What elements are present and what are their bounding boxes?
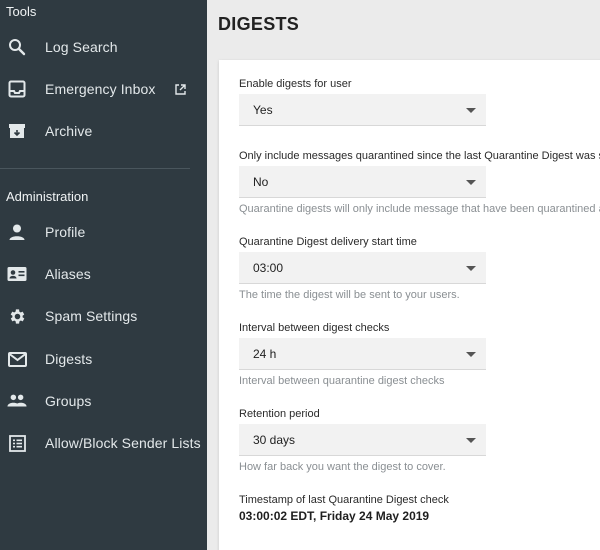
select-value: 03:00: [253, 261, 284, 275]
select-value: Yes: [253, 103, 273, 117]
only-since-last-digest-helper: Quarantine digests will only include mes…: [239, 203, 600, 215]
delivery-start-time-select[interactable]: 03:00: [239, 252, 486, 284]
sidebar-item-profile[interactable]: Profile: [0, 214, 207, 250]
search-icon: [7, 37, 27, 57]
gear-icon: [7, 306, 27, 326]
sidebar-item-aliases[interactable]: Aliases: [0, 256, 207, 292]
inbox-icon: [7, 79, 27, 99]
sidebar-item-digests[interactable]: Digests: [0, 341, 207, 377]
sidebar-item-spam-settings[interactable]: Spam Settings: [0, 298, 207, 334]
select-value: No: [253, 175, 269, 189]
enable-digests-label: Enable digests for user: [239, 78, 352, 90]
sidebar-item-label: Emergency Inbox: [45, 81, 156, 97]
sidebar-item-log-search[interactable]: Log Search: [0, 29, 207, 65]
sidebar-item-allow-block-sender-lists[interactable]: Allow/Block Sender Lists: [0, 425, 207, 461]
external-link-icon: [175, 83, 187, 95]
only-since-last-digest-label: Only include messages quarantined since …: [239, 150, 600, 162]
list-icon: [7, 433, 27, 453]
sidebar-item-groups[interactable]: Groups: [0, 383, 207, 419]
retention-period-helper: How far back you want the digest to cove…: [239, 461, 446, 473]
id-card-icon: [7, 264, 27, 284]
tools-heading: Tools: [6, 4, 37, 19]
only-since-last-digest-select[interactable]: No: [239, 166, 486, 198]
card-content: Enable digests for user Yes Only include…: [207, 0, 600, 550]
sidebar-item-label: Archive: [45, 123, 93, 139]
chevron-down-icon: [466, 180, 476, 185]
mail-icon: [7, 349, 27, 369]
select-value: 24 h: [253, 347, 277, 361]
chevron-down-icon: [466, 266, 476, 271]
select-value: 30 days: [253, 433, 296, 447]
sidebar-item-label: Groups: [45, 393, 92, 409]
sidebar-item-archive[interactable]: Archive: [0, 113, 207, 149]
interval-label: Interval between digest checks: [239, 322, 390, 334]
sidebar-item-label: Aliases: [45, 266, 91, 282]
sidebar-divider: [0, 168, 190, 169]
sidebar-item-label: Spam Settings: [45, 308, 138, 324]
enable-digests-select[interactable]: Yes: [239, 94, 486, 126]
chevron-down-icon: [466, 108, 476, 113]
interval-helper: Interval between quarantine digest check…: [239, 375, 445, 387]
chevron-down-icon: [466, 352, 476, 357]
delivery-start-time-label: Quarantine Digest delivery start time: [239, 236, 417, 248]
retention-period-label: Retention period: [239, 408, 320, 420]
sidebar-item-label: Allow/Block Sender Lists: [45, 435, 201, 451]
archive-icon: [7, 121, 27, 141]
sidebar-item-label: Log Search: [45, 39, 118, 55]
delivery-start-time-helper: The time the digest will be sent to your…: [239, 289, 460, 301]
timestamp-label: Timestamp of last Quarantine Digest chec…: [239, 494, 449, 506]
timestamp-value: 03:00:02 EDT, Friday 24 May 2019: [239, 509, 430, 523]
person-icon: [7, 222, 27, 242]
group-icon: [7, 391, 27, 411]
retention-period-select[interactable]: 30 days: [239, 424, 486, 456]
sidebar: Tools Log Search Emergency Inbox Archive…: [0, 0, 207, 550]
sidebar-item-emergency-inbox[interactable]: Emergency Inbox: [0, 71, 207, 107]
interval-select[interactable]: 24 h: [239, 338, 486, 370]
sidebar-item-label: Profile: [45, 224, 86, 240]
chevron-down-icon: [466, 438, 476, 443]
sidebar-item-label: Digests: [45, 351, 93, 367]
administration-heading: Administration: [6, 189, 89, 204]
